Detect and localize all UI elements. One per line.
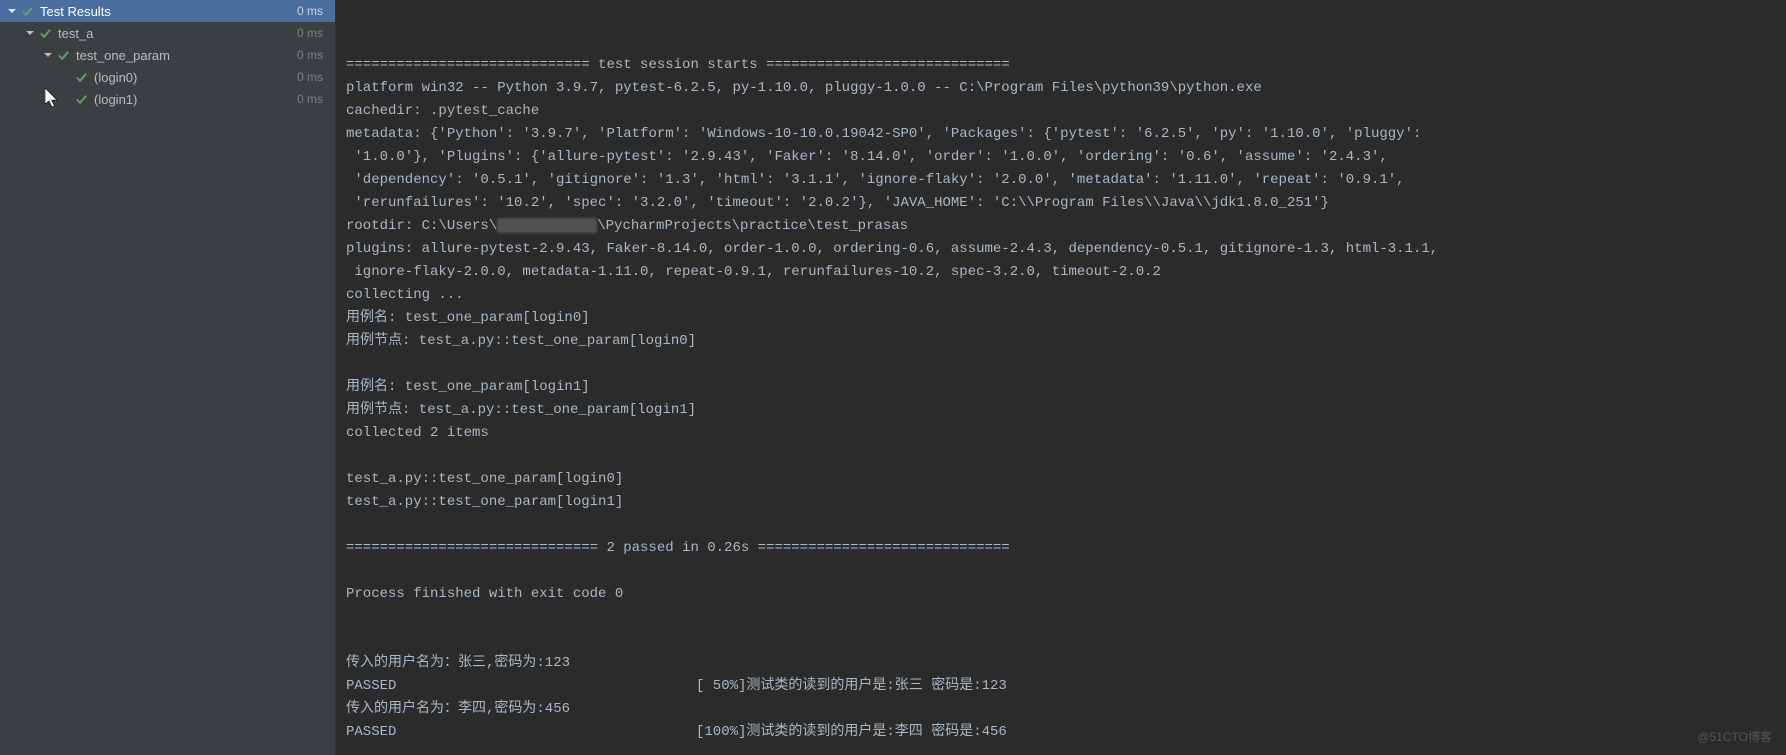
test-results-panel: Test Results 0 ms test_a0 mstest_one_par… (0, 0, 336, 755)
tree-item-time: 0 ms (297, 92, 329, 106)
check-icon (74, 92, 88, 106)
console-line: PASSED[100%]测试类的读到的用户是:李四 密码是:456 (346, 721, 1776, 744)
tree-item-time: 0 ms (297, 48, 329, 62)
console-line: test_a.py::test_one_param[login0] (346, 468, 1776, 491)
console-line: 用例节点: test_a.py::test_one_param[login0] (346, 330, 1776, 353)
chevron-down-icon[interactable] (6, 5, 18, 17)
console-left-col: PASSED (346, 721, 696, 744)
tree-item-test_one_param[interactable]: test_one_param0 ms (0, 44, 335, 66)
console-line (346, 560, 1776, 583)
watermark-label: @51CTO博客 (1697, 728, 1772, 745)
chevron-down-icon[interactable] (42, 49, 54, 61)
chevron-down-icon[interactable] (24, 27, 36, 39)
check-icon (38, 26, 52, 40)
console-output[interactable]: ============================= test sessi… (336, 0, 1786, 755)
check-icon (74, 70, 88, 84)
console-line: PASSED[ 50%]测试类的读到的用户是:张三 密码是:123 (346, 675, 1776, 698)
console-line: ============================= test sessi… (346, 54, 1776, 77)
console-left-col: 传入的用户名为：张三,密码为:123 (346, 652, 696, 675)
console-left-col: PASSED (346, 675, 696, 698)
console-line: collecting ... (346, 284, 1776, 307)
console-line (346, 445, 1776, 468)
tree-item-time: 0 ms (297, 70, 329, 84)
console-line: ignore-flaky-2.0.0, metadata-1.11.0, rep… (346, 261, 1776, 284)
console-line: ============================== 2 passed … (346, 537, 1776, 560)
tree-item-login1[interactable]: (login1)0 ms (0, 88, 335, 110)
console-line: plugins: allure-pytest-2.9.43, Faker-8.1… (346, 238, 1776, 261)
console-line: 传入的用户名为：李四,密码为:456 (346, 698, 1776, 721)
console-line: 用例名: test_one_param[login0] (346, 307, 1776, 330)
console-line: cachedir: .pytest_cache (346, 100, 1776, 123)
chevron-down-icon (60, 93, 72, 105)
console-line: collected 2 items (346, 422, 1776, 445)
tree-item-label: (login0) (94, 70, 297, 85)
console-line: metadata: {'Python': '3.9.7', 'Platform'… (346, 123, 1776, 146)
console-line: 'dependency': '0.5.1', 'gitignore': '1.3… (346, 169, 1776, 192)
console-left-col: 传入的用户名为：李四,密码为:456 (346, 698, 696, 721)
tree-item-test_a[interactable]: test_a0 ms (0, 22, 335, 44)
check-icon (20, 4, 34, 18)
console-line: test_a.py::test_one_param[login1] (346, 491, 1776, 514)
chevron-down-icon (60, 71, 72, 83)
console-line: '1.0.0'}, 'Plugins': {'allure-pytest': '… (346, 146, 1776, 169)
tree-item-label: test_one_param (76, 48, 297, 63)
tree-header-label: Test Results (40, 4, 297, 19)
console-line: platform win32 -- Python 3.9.7, pytest-6… (346, 77, 1776, 100)
redacted-username (497, 218, 597, 233)
tree-item-label: test_a (58, 26, 297, 41)
tree-item-login0[interactable]: (login0)0 ms (0, 66, 335, 88)
tree-header-time: 0 ms (297, 4, 329, 18)
console-line: 用例节点: test_a.py::test_one_param[login1] (346, 399, 1776, 422)
console-line (346, 353, 1776, 376)
console-right-col: [100%]测试类的读到的用户是:李四 密码是:456 (696, 724, 1007, 740)
tree-item-label: (login1) (94, 92, 297, 107)
console-line: Process finished with exit code 0 (346, 583, 1776, 606)
tree-header-row[interactable]: Test Results 0 ms (0, 0, 335, 22)
console-line: 用例名: test_one_param[login1] (346, 376, 1776, 399)
check-icon (56, 48, 70, 62)
console-line (346, 514, 1776, 537)
console-right-col: [ 50%]测试类的读到的用户是:张三 密码是:123 (696, 678, 1007, 694)
console-line: 传入的用户名为：张三,密码为:123 (346, 652, 1776, 675)
console-line: rootdir: C:\Users\\PycharmProjects\pract… (346, 215, 1776, 238)
console-line: 'rerunfailures': '10.2', 'spec': '3.2.0'… (346, 192, 1776, 215)
tree-item-time: 0 ms (297, 26, 329, 40)
